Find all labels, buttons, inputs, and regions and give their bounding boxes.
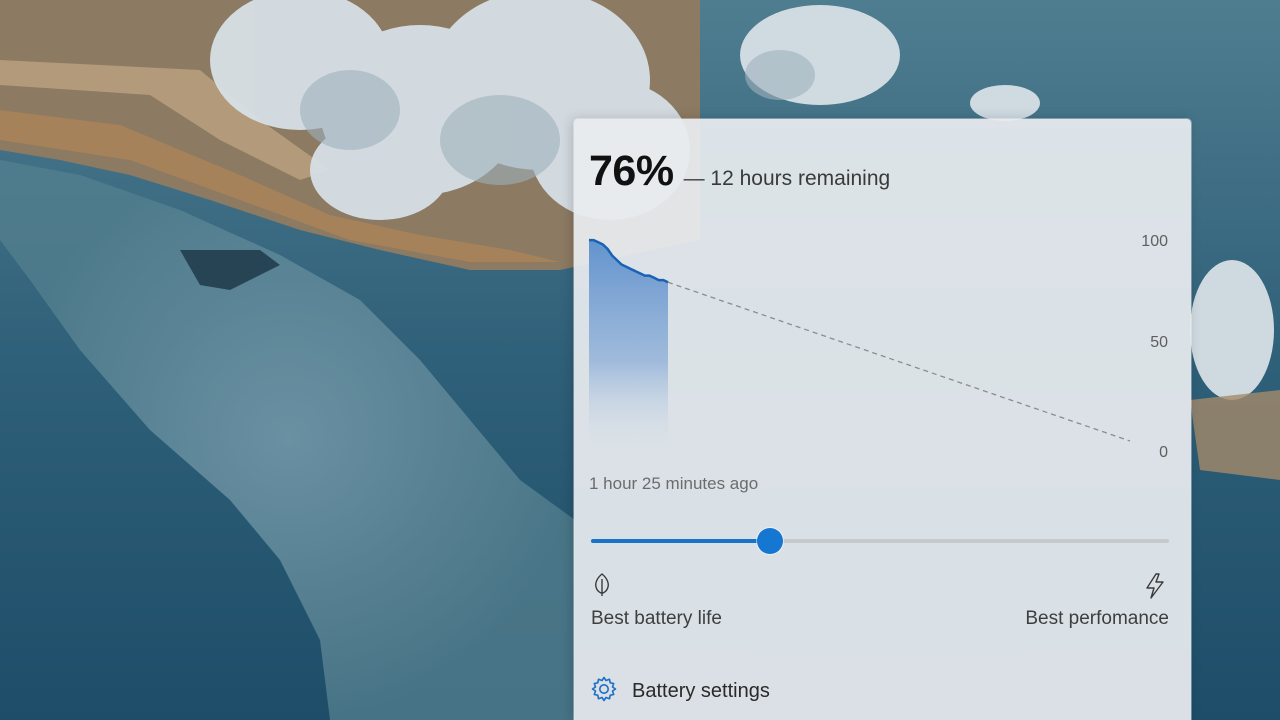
leaf-icon bbox=[593, 573, 611, 602]
gear-icon bbox=[590, 675, 618, 708]
power-mode-slider-thumb[interactable] bbox=[757, 528, 784, 554]
battery-usage-chart: 100 50 0 bbox=[589, 233, 1168, 461]
y-tick-label-50: 50 bbox=[1150, 334, 1168, 351]
battery-status-header: 76% — 12 hours remaining bbox=[589, 147, 890, 196]
battery-settings-link[interactable]: Battery settings bbox=[590, 675, 770, 708]
battery-flyout: 76% — 12 hours remaining 100 50 0 1 hour 2… bbox=[574, 119, 1191, 720]
best-performance-label: Best perfomance bbox=[1025, 608, 1169, 629]
power-mode-slider[interactable] bbox=[591, 528, 1169, 554]
chart-history-start-label: 1 hour 25 minutes ago bbox=[589, 474, 759, 493]
y-tick-label-0: 0 bbox=[1159, 444, 1168, 461]
y-tick-label-100: 100 bbox=[1141, 233, 1168, 250]
best-battery-life-label: Best battery life bbox=[591, 608, 722, 629]
power-mode-slider-fill bbox=[591, 539, 771, 543]
lightning-bolt-icon bbox=[1144, 573, 1166, 604]
battery-history-area bbox=[589, 240, 668, 461]
desktop-wallpaper: 76% — 12 hours remaining 100 50 0 1 hour 2… bbox=[0, 0, 1280, 720]
battery-percentage: 76% bbox=[589, 147, 674, 195]
battery-settings-label: Battery settings bbox=[632, 680, 770, 702]
battery-projection-line bbox=[667, 281, 1131, 442]
battery-time-remaining: — 12 hours remaining bbox=[683, 167, 891, 190]
